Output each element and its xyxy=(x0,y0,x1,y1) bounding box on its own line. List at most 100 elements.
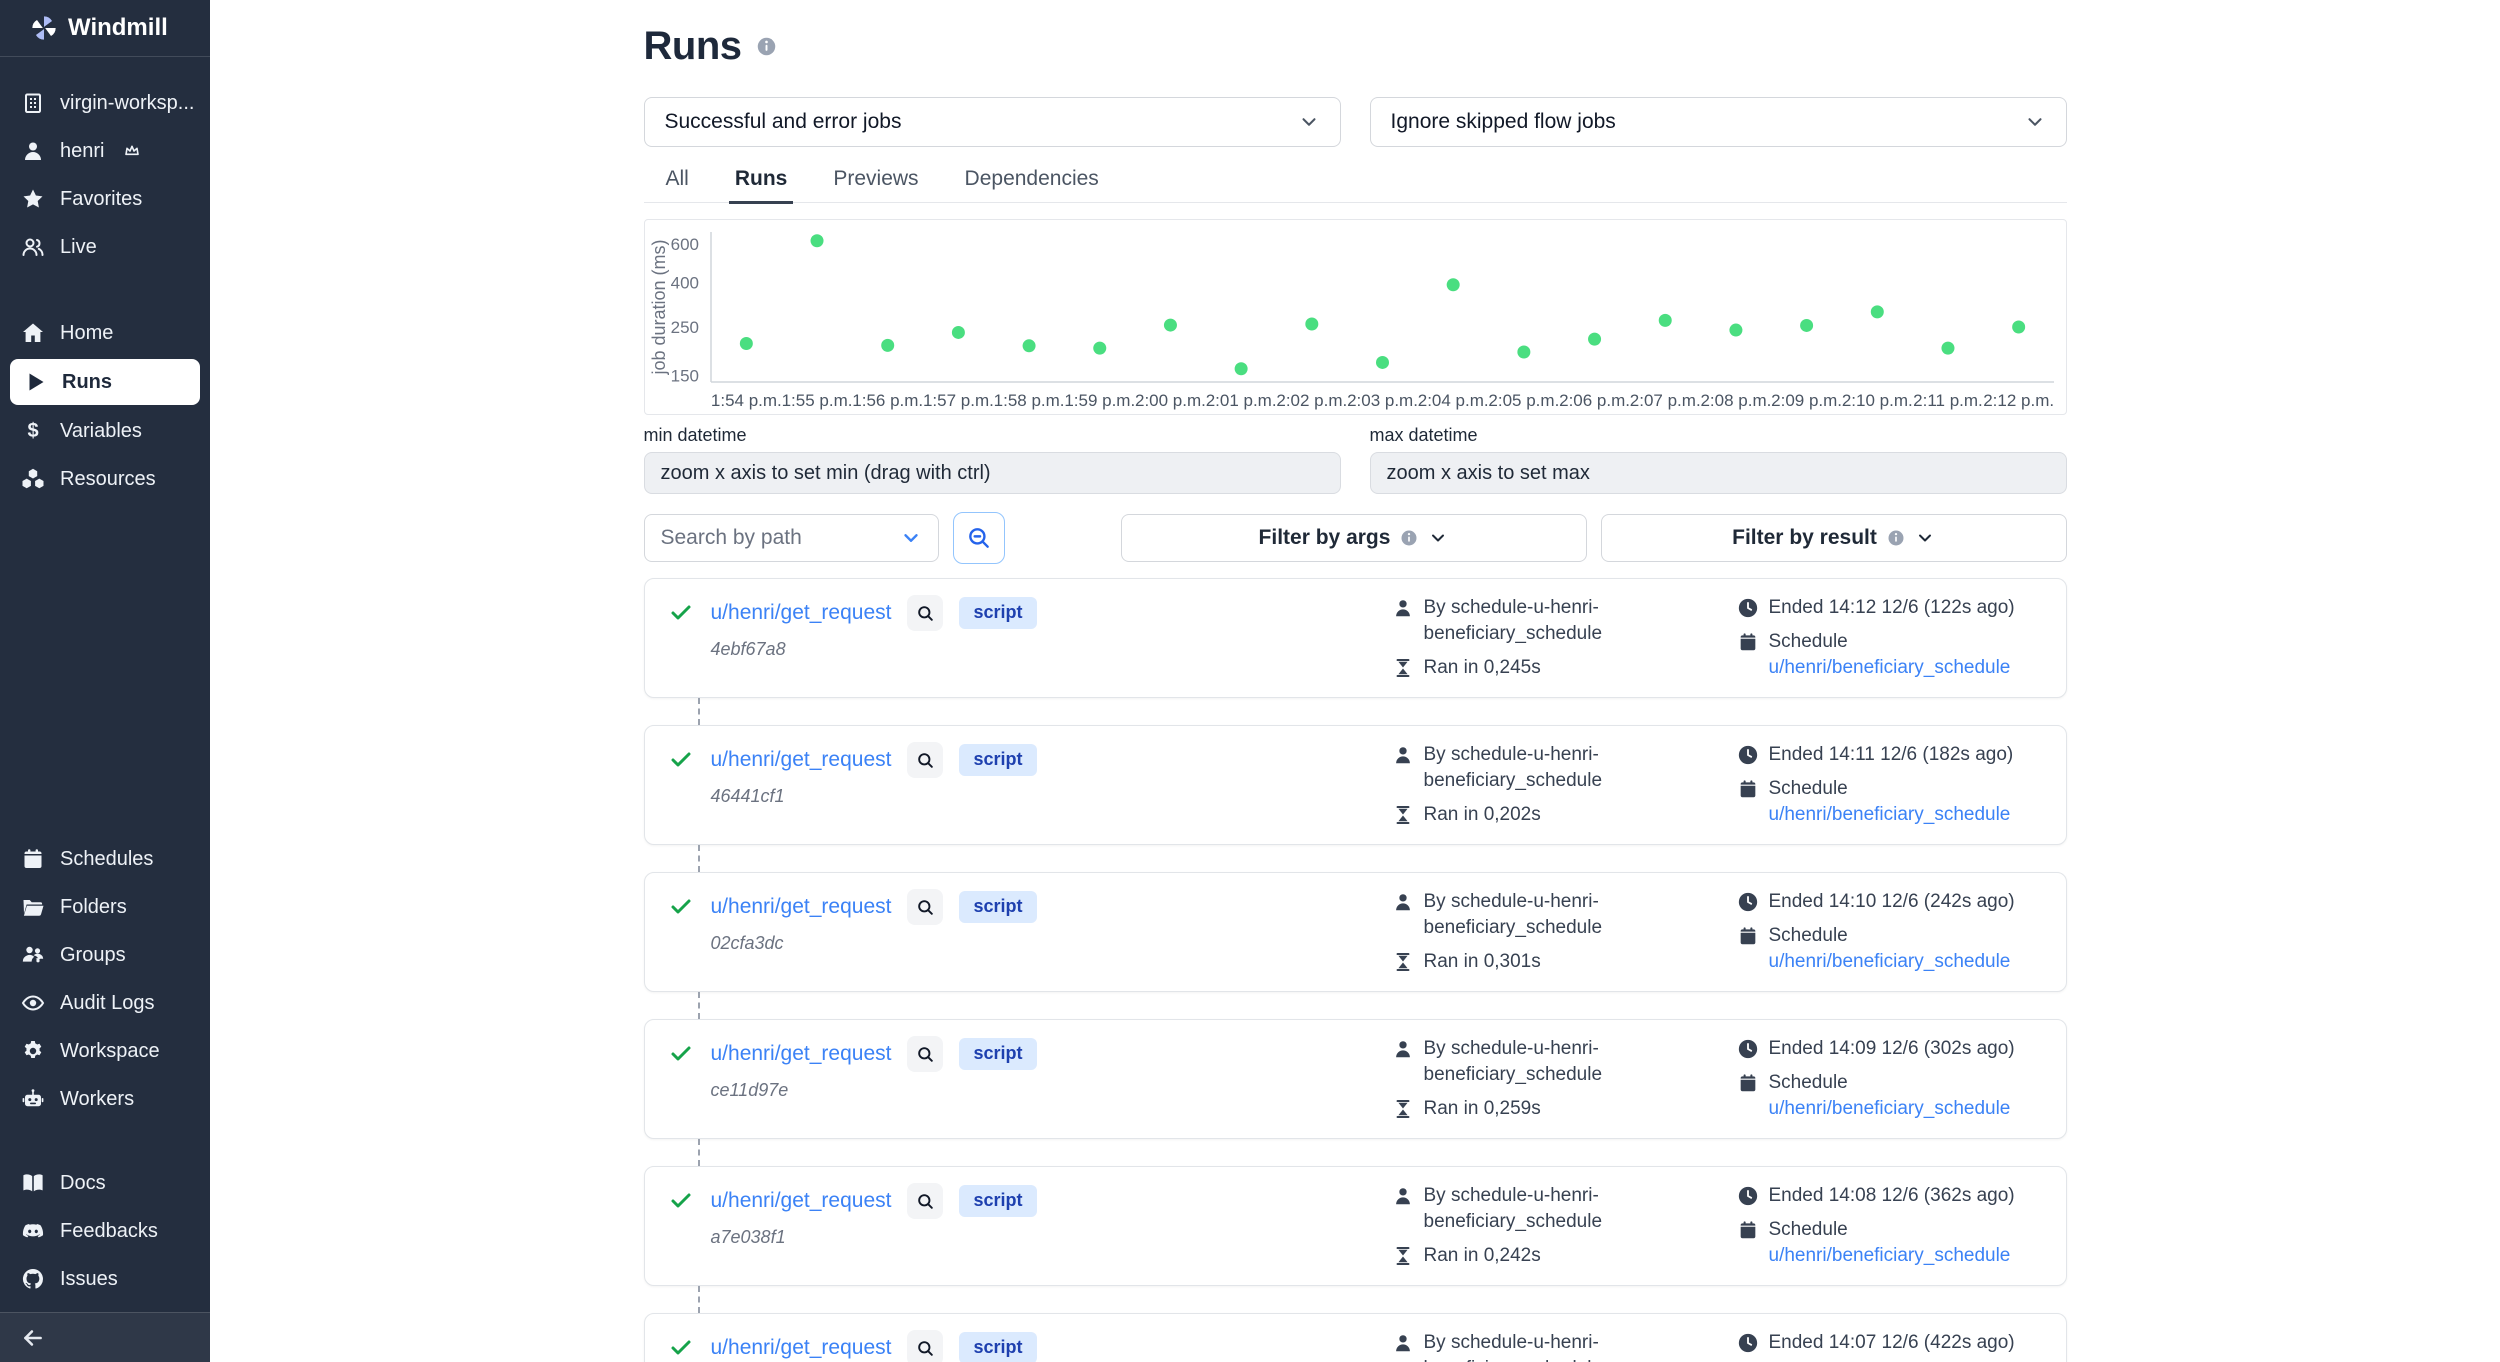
sidebar-item-variables[interactable]: $ Variables xyxy=(0,407,210,455)
run-path-link[interactable]: u/henri/get_request xyxy=(711,601,892,625)
job-kind-select[interactable]: Successful and error jobs xyxy=(644,97,1341,147)
collapse-sidebar-button[interactable] xyxy=(20,1322,52,1354)
run-ended-at: Ended 14:09 12/6 (302s ago) xyxy=(1769,1036,2015,1062)
chart-point[interactable] xyxy=(1376,356,1389,369)
chart-point[interactable] xyxy=(1588,333,1601,346)
run-kind-badge: script xyxy=(959,1332,1036,1362)
run-path-link[interactable]: u/henri/get_request xyxy=(711,1189,892,1213)
run-search-button[interactable] xyxy=(907,742,943,778)
chart-point[interactable] xyxy=(1234,362,1247,375)
crown-icon xyxy=(124,143,140,159)
windmill-logo[interactable]: Windmill xyxy=(0,0,210,57)
filter-by-args-button[interactable]: Filter by args xyxy=(1121,514,1587,562)
skipped-flow-select[interactable]: Ignore skipped flow jobs xyxy=(1370,97,2067,147)
sidebar-item-groups[interactable]: Groups xyxy=(0,931,210,979)
sidebar-footer-group: Docs Feedbacks Issues xyxy=(0,1159,210,1303)
tab-all[interactable]: All xyxy=(660,161,695,204)
sidebar-item-audit-logs[interactable]: Audit Logs xyxy=(0,979,210,1027)
sidebar-item-home[interactable]: Home xyxy=(0,309,210,357)
chart-point[interactable] xyxy=(810,234,823,247)
tab-dependencies[interactable]: Dependencies xyxy=(959,161,1105,204)
run-search-button[interactable] xyxy=(907,889,943,925)
zoom-out-search-button[interactable] xyxy=(953,512,1005,564)
max-datetime-input[interactable] xyxy=(1370,452,2067,494)
sidebar-item-issues[interactable]: Issues xyxy=(0,1255,210,1303)
run-path-link[interactable]: u/henri/get_request xyxy=(711,1336,892,1360)
sidebar-item-feedbacks[interactable]: Feedbacks xyxy=(0,1207,210,1255)
chart-point[interactable] xyxy=(1446,278,1459,291)
success-check-icon xyxy=(669,1189,693,1213)
sidebar-item-folders[interactable]: Folders xyxy=(0,883,210,931)
run-path-link[interactable]: u/henri/get_request xyxy=(711,895,892,919)
run-search-button[interactable] xyxy=(907,1330,943,1362)
chart-point[interactable] xyxy=(1729,324,1742,337)
run-search-button[interactable] xyxy=(907,1036,943,1072)
play-icon xyxy=(22,369,48,395)
x-tick-label: 2:11 p.m. xyxy=(1913,391,1983,410)
chart-point[interactable] xyxy=(1022,339,1035,352)
sidebar-item-docs[interactable]: Docs xyxy=(0,1159,210,1207)
cubes-icon xyxy=(20,466,46,492)
chart-point[interactable] xyxy=(1517,346,1530,359)
run-card[interactable]: u/henri/get_request script 46441cf1 By s… xyxy=(644,725,2067,845)
sidebar-item-virgin-worksp[interactable]: virgin-worksp... xyxy=(0,79,210,127)
chart-point[interactable] xyxy=(1093,342,1106,355)
magnifier-minus-icon xyxy=(966,525,992,551)
sidebar-item-workspace[interactable]: Workspace xyxy=(0,1027,210,1075)
schedule-link[interactable]: u/henri/beneficiary_schedule xyxy=(1769,657,2011,678)
run-card[interactable]: u/henri/get_request script 4ebf67a8 By s… xyxy=(644,578,2067,698)
chart-point[interactable] xyxy=(1305,317,1318,330)
chart-point[interactable] xyxy=(1163,319,1176,332)
filter-by-result-button[interactable]: Filter by result xyxy=(1601,514,2067,562)
tab-runs[interactable]: Runs xyxy=(729,161,794,204)
run-path-link[interactable]: u/henri/get_request xyxy=(711,1042,892,1066)
run-card[interactable]: u/henri/get_request script 02cfa3dc By s… xyxy=(644,872,2067,992)
chart-point[interactable] xyxy=(1941,342,1954,355)
run-search-button[interactable] xyxy=(907,595,943,631)
sidebar-item-henri[interactable]: henri xyxy=(0,127,210,175)
x-tick-label: 2:12 p.m. xyxy=(1983,391,2054,410)
timeline-connector xyxy=(698,992,700,1019)
run-path-link[interactable]: u/henri/get_request xyxy=(711,748,892,772)
sidebar-item-live[interactable]: Live xyxy=(0,223,210,271)
chart-point[interactable] xyxy=(1870,305,1883,318)
chevron-down-icon xyxy=(1915,528,1935,548)
clock-icon xyxy=(1737,597,1759,619)
chart-point[interactable] xyxy=(2012,320,2025,333)
chart-point[interactable] xyxy=(881,339,894,352)
run-card[interactable]: u/henri/get_request script d2048d63 By s… xyxy=(644,1313,2067,1362)
schedule-link[interactable]: u/henri/beneficiary_schedule xyxy=(1769,951,2011,972)
sidebar-item-runs[interactable]: Runs xyxy=(10,359,200,405)
job-duration-chart[interactable]: 600400250150job duration (ms)1:54 p.m.1:… xyxy=(644,219,2067,415)
min-datetime-input[interactable] xyxy=(644,452,1341,494)
run-card[interactable]: u/henri/get_request script a7e038f1 By s… xyxy=(644,1166,2067,1286)
schedule-link[interactable]: u/henri/beneficiary_schedule xyxy=(1769,1245,2011,1266)
run-search-button[interactable] xyxy=(907,1183,943,1219)
magnifier-icon xyxy=(916,604,935,623)
schedule-link[interactable]: u/henri/beneficiary_schedule xyxy=(1769,1098,2011,1119)
sidebar-item-resources[interactable]: Resources xyxy=(0,455,210,503)
main-content: Runs Successful and error jobs Ignore sk… xyxy=(210,0,2500,1362)
users-icon xyxy=(20,234,46,260)
sidebar-item-workers[interactable]: Workers xyxy=(0,1075,210,1123)
x-tick-label: 1:59 p.m. xyxy=(1064,391,1135,410)
tab-label: Runs xyxy=(735,167,788,190)
robot-icon xyxy=(20,1086,46,1112)
success-check-icon xyxy=(669,601,693,625)
success-check-icon xyxy=(669,1336,693,1360)
chart-point[interactable] xyxy=(951,326,964,339)
chart-point[interactable] xyxy=(1800,319,1813,332)
search-by-path-select[interactable]: Search by path xyxy=(644,514,939,562)
info-icon[interactable] xyxy=(756,36,777,57)
sidebar-item-schedules[interactable]: Schedules xyxy=(0,835,210,883)
calendar-icon xyxy=(1737,778,1759,800)
sidebar-manage-group: Schedules Folders Groups Audit Logs Work… xyxy=(0,835,210,1123)
chart-point[interactable] xyxy=(1658,314,1671,327)
chart-point[interactable] xyxy=(739,337,752,350)
run-card[interactable]: u/henri/get_request script ce11d97e By s… xyxy=(644,1019,2067,1139)
sidebar-item-favorites[interactable]: Favorites xyxy=(0,175,210,223)
schedule-link[interactable]: u/henri/beneficiary_schedule xyxy=(1769,804,2011,825)
tab-previews[interactable]: Previews xyxy=(827,161,924,204)
x-tick-label: 2:06 p.m. xyxy=(1559,391,1630,410)
clock-icon xyxy=(1737,1185,1759,1207)
